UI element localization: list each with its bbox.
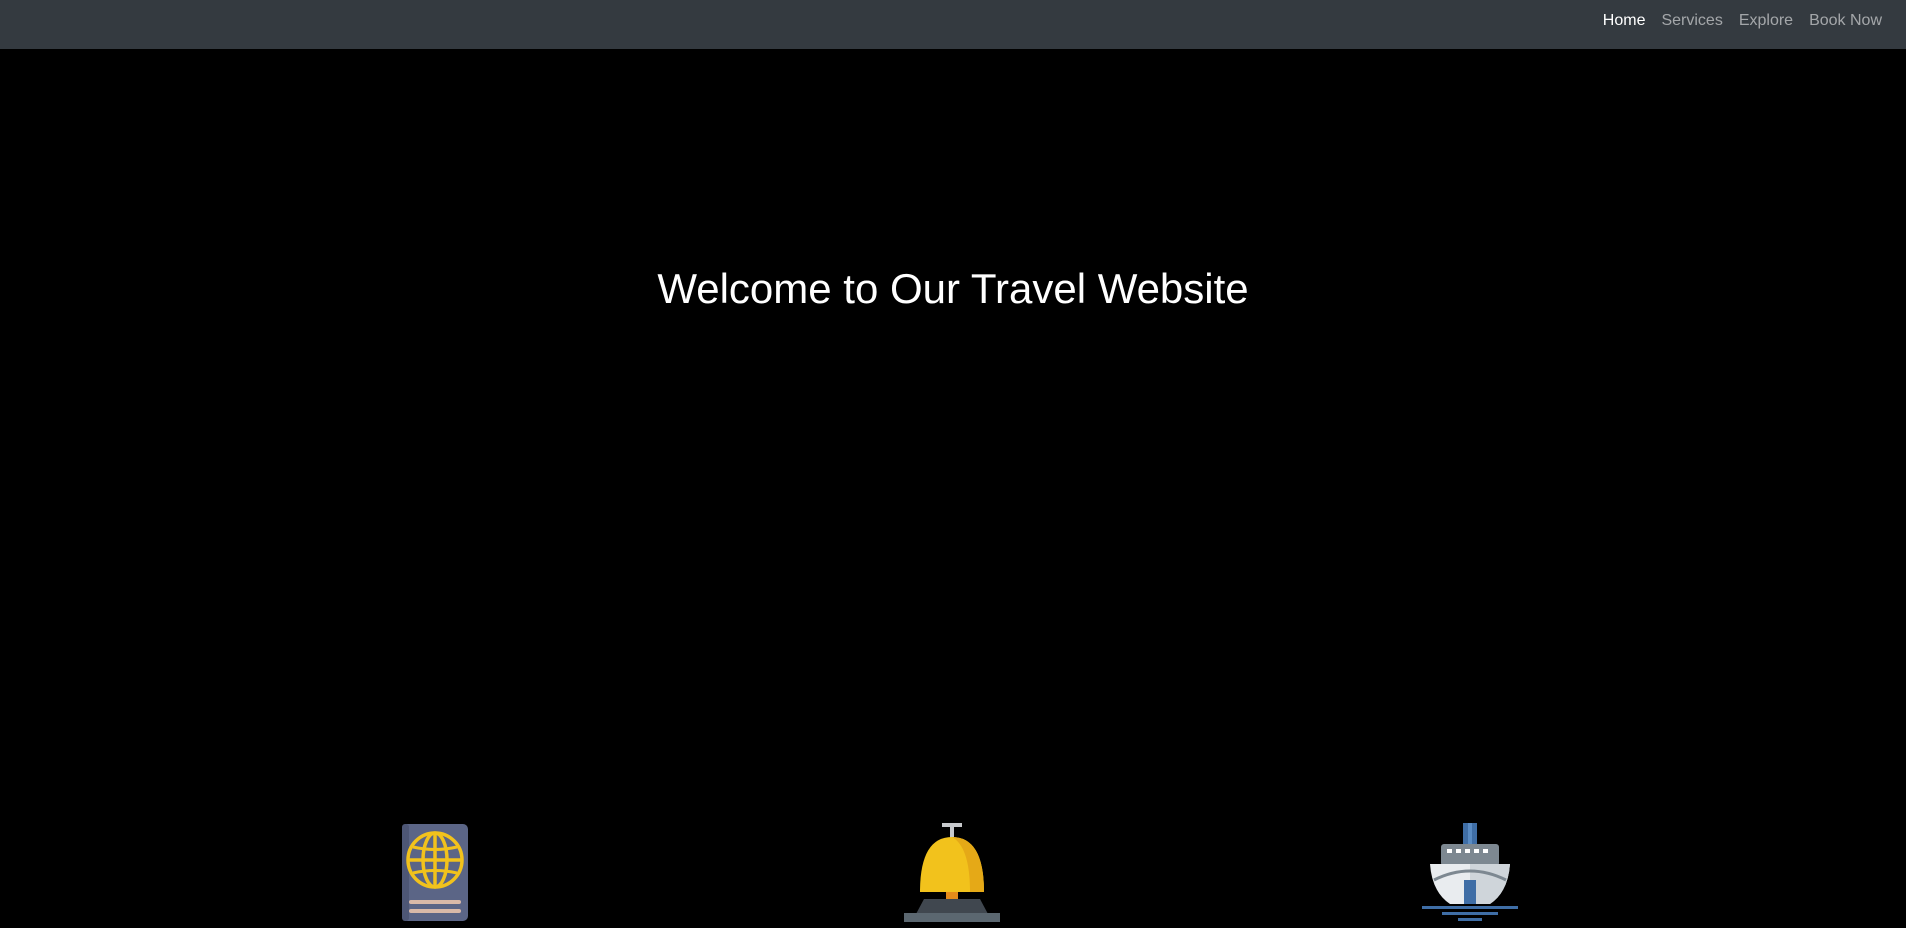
hero-title: Welcome to Our Travel Website (657, 265, 1249, 312)
cruise-ship-icon (1420, 822, 1520, 922)
passport-icon (385, 822, 485, 922)
nav-link-home[interactable]: Home (1603, 0, 1646, 41)
service-bell-icon (902, 822, 1002, 922)
nav-link-explore[interactable]: Explore (1739, 0, 1793, 41)
nav-link-services[interactable]: Services (1661, 0, 1722, 41)
nav-links: Home Services Explore Book Now (1587, 0, 1882, 41)
navbar: Home Services Explore Book Now (0, 0, 1906, 49)
nav-link-book-now[interactable]: Book Now (1809, 0, 1882, 41)
